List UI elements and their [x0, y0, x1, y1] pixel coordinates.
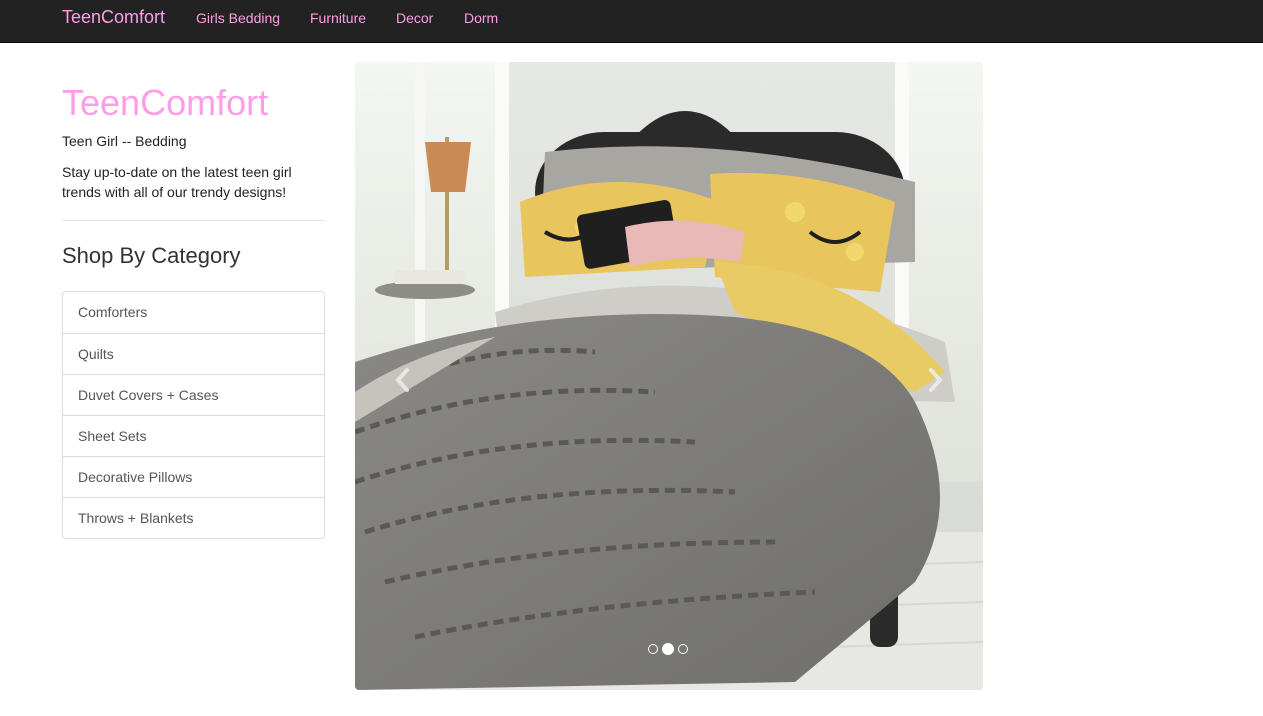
category-heading: Shop By Category	[62, 243, 241, 268]
sidebar-divider	[62, 220, 325, 221]
category-item-decorative-pillows[interactable]: Decorative Pillows	[63, 456, 324, 497]
category-list: Comforters Quilts Duvet Covers + Cases S…	[62, 291, 325, 539]
sidebar-subtitle: Teen Girl -- Bedding	[62, 133, 187, 149]
nav-link-decor[interactable]: Decor	[396, 10, 433, 26]
carousel-indicator-2[interactable]	[662, 643, 674, 655]
sidebar-description: Stay up-to-date on the latest teen girl …	[62, 164, 292, 200]
top-navbar: TeenComfort Girls Bedding Furniture Deco…	[0, 0, 1263, 43]
carousel-slide-image	[355, 62, 983, 690]
image-carousel	[355, 62, 983, 690]
carousel-prev-control[interactable]	[355, 62, 445, 690]
carousel-next-control[interactable]	[893, 62, 983, 690]
carousel-indicator-3[interactable]	[678, 644, 688, 654]
chevron-left-icon	[395, 368, 409, 392]
nav-link-girls-bedding[interactable]: Girls Bedding	[196, 10, 280, 26]
carousel-indicator-1[interactable]	[648, 644, 658, 654]
category-item-quilts[interactable]: Quilts	[63, 333, 324, 374]
nav-link-furniture[interactable]: Furniture	[310, 10, 366, 26]
sidebar-title: TeenComfort	[62, 82, 269, 123]
category-item-throws-blankets[interactable]: Throws + Blankets	[63, 497, 324, 538]
category-item-comforters[interactable]: Comforters	[63, 292, 324, 333]
nav-link-dorm[interactable]: Dorm	[464, 10, 498, 26]
chevron-right-icon	[929, 368, 943, 392]
category-item-sheet-sets[interactable]: Sheet Sets	[63, 415, 324, 456]
category-item-duvet-covers[interactable]: Duvet Covers + Cases	[63, 374, 324, 415]
navbar-brand[interactable]: TeenComfort	[62, 7, 165, 27]
